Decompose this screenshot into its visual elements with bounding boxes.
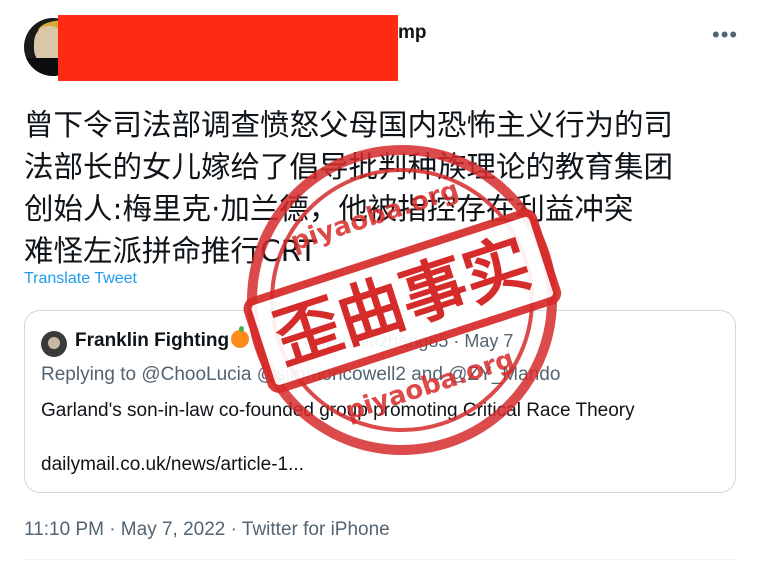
tweet-timestamp-source[interactable]: 11:10 PM · May 7, 2022 · Twitter for iPh… (24, 519, 390, 541)
tweet-line-2: 法部长的女儿嫁给了倡导批判种族理论的教育集团 (24, 150, 674, 184)
quoted-author-handle-date[interactable]: @franklinzhang85 · May 7 (303, 331, 513, 352)
orange-emoji-icon (231, 326, 250, 348)
replying-to-line: Replying to @ChooLucia @simmoncowell2 an… (41, 364, 560, 386)
replying-to-prefix: Replying to (41, 364, 137, 385)
translate-tweet-link[interactable]: Translate Tweet (24, 270, 137, 288)
quoted-author-avatar[interactable] (41, 331, 67, 357)
redaction-block (58, 15, 398, 81)
tweet-text: 曾下令司法部调查愤怒父母国内恐怖主义行为的司 法部长的女儿嫁给了倡导批判种族理论… (24, 104, 724, 272)
tweet-line-4: 难怪左派拼命推行CRT (24, 234, 317, 268)
tweet-line-3: 创始人:梅里克·加兰德，他被指控存在利益冲突 (24, 192, 634, 226)
quoted-tweet-text: Garland's son-in-law co-founded group pr… (41, 400, 635, 421)
quoted-tweet-link[interactable]: dailymail.co.uk/news/article-1... (41, 454, 304, 476)
quoted-tweet-card[interactable]: Franklin Fighting @franklinzhang85 · May… (24, 310, 736, 493)
tweet-line-1: 曾下令司法部调查愤怒父母国内恐怖主义行为的司 (24, 108, 674, 142)
quoted-author-name[interactable]: Franklin Fighting (75, 326, 250, 352)
replying-to-mentions[interactable]: @ChooLucia @simmoncowell2 and @ZY_Mando (141, 364, 560, 385)
divider (24, 559, 736, 560)
more-options-icon[interactable]: ••• (712, 22, 738, 48)
author-name-fragment[interactable]: mp (398, 22, 427, 44)
quoted-author-name-text: Franklin Fighting (75, 330, 230, 351)
